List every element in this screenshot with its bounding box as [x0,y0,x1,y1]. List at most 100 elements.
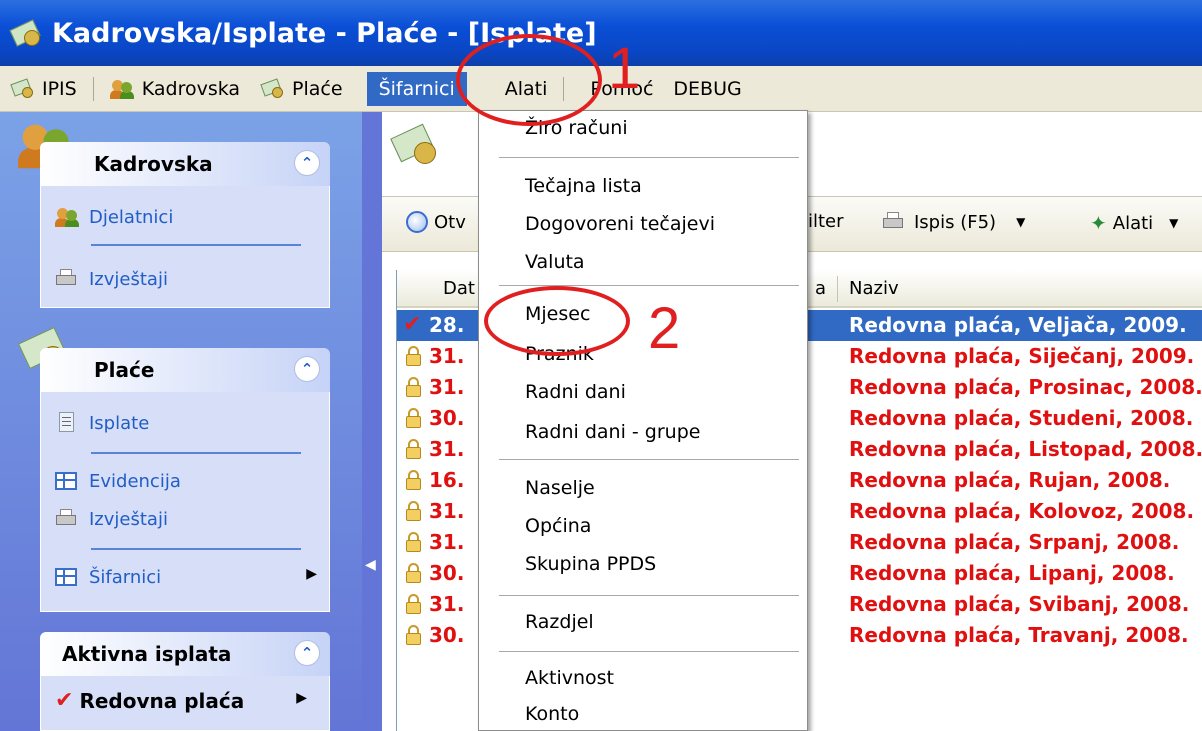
panel-header-kadrovska[interactable]: Kadrovska ⌃ [40,142,330,186]
menu-item-valuta[interactable]: Valuta [525,251,585,273]
menu-separator [499,459,799,460]
sidebar-item-izvjestaji[interactable]: Izvještaji [55,264,168,294]
collapse-chevron-icon[interactable]: ⌃ [294,150,320,176]
sidebar: Kadrovska ⌃ Djelatnici Izvještaji Plaće … [0,112,362,731]
lock-icon [403,562,425,584]
lock-icon [403,500,425,522]
menu-separator [499,595,799,596]
panel-header-aktivna[interactable]: Aktivna isplata ⌃ [40,632,330,676]
grid-icon [55,470,79,492]
open-button[interactable]: Otv [406,211,466,233]
filter-button[interactable]: ilter [808,211,844,232]
menu-item-opcina[interactable]: Općina [525,515,591,537]
sidebar-item-active-payout[interactable]: ✔ Redovna plaća ▶ [55,686,317,716]
lock-icon [403,376,425,398]
open-icon [406,211,428,233]
panel-header-place[interactable]: Plaće ⌃ [40,348,330,392]
divider [91,548,301,550]
sidebar-item-sifarnici[interactable]: Šifarnici ▶ [55,562,317,592]
check-icon: ✔ [55,688,74,713]
sidebar-item-label: Djelatnici [89,206,174,228]
menu-item-aktivnost[interactable]: Aktivnost [525,667,614,689]
cell-name: Redovna plaća, Studeni, 2008. [849,406,1194,430]
money-icon [260,77,286,100]
menu-item-radni-dani[interactable]: Radni dani [525,381,626,403]
menu-ipis[interactable]: IPIS [0,72,87,106]
tools-icon: ✦ [1090,211,1107,235]
cell-date: 31. [429,530,465,554]
collapse-chevron-icon[interactable]: ⌃ [294,640,320,666]
annotation-ring-mjesec [484,286,630,356]
money-icon [10,77,36,100]
tools-label: Alati [1112,212,1154,234]
cell-name: Redovna plaća, Veljača, 2009. [849,313,1187,337]
collapse-chevron-icon[interactable]: ⌃ [294,356,320,382]
menu-kadrovska-label: Kadrovska [141,77,241,100]
printer-icon [55,268,79,290]
title-bar: Kadrovska/Isplate - Plaće - [Isplate] [0,0,1202,66]
lock-icon [403,345,425,367]
panel-body-aktivna: ✔ Redovna plaća ▶ [40,676,330,731]
menu-item-naselje[interactable]: Naselje [525,477,595,499]
cell-date: 31. [429,344,465,368]
lock-icon [403,469,425,491]
annotation-ring-sifarnici [456,34,602,126]
printer-icon [882,211,908,233]
sidebar-item-label: Evidencija [89,470,181,492]
menu-item-dogovoreni-tecajevi[interactable]: Dogovoreni tečajevi [525,213,715,235]
dropdown-arrow-icon[interactable]: ▼ [1016,215,1025,229]
column-header-name[interactable]: Naziv [849,278,899,299]
grid-icon [55,566,79,588]
dropdown-arrow-icon[interactable]: ▼ [1169,216,1178,230]
cell-date: 31. [429,437,465,461]
divider [91,244,301,246]
sidebar-item-izvjestaji-place[interactable]: Izvještaji [55,504,168,534]
sidebar-item-label: Redovna plaća [79,689,245,713]
panel-body-kadrovska: Djelatnici Izvještaji [40,186,330,308]
cell-name: Redovna plaća, Lipanj, 2008. [849,561,1175,585]
menu-item-razdjel[interactable]: Razdjel [525,611,594,633]
menu-sifarnici-label: Šifarnici [378,77,455,100]
print-button[interactable]: Ispis (F5) ▼ [882,211,1025,233]
menu-item-radni-dani-grupe[interactable]: Radni dani - grupe [525,421,700,443]
lock-icon [403,593,425,615]
cell-date: 31. [429,375,465,399]
panel-title-aktivna: Aktivna isplata [62,642,232,666]
cell-date: 28. [429,313,465,337]
lock-icon [403,531,425,553]
sidebar-item-isplate[interactable]: Isplate [55,408,149,438]
cell-name: Redovna plaća, Srpanj, 2008. [849,530,1180,554]
column-header-date[interactable]: Dat [443,278,475,299]
cell-date: 30. [429,561,465,585]
panel-body-place: Isplate Evidencija Izvještaji Šifarnici … [40,392,330,612]
menu-debug-label: DEBUG [673,77,742,100]
sidebar-item-djelatnici[interactable]: Djelatnici [55,202,173,232]
menu-sifarnici[interactable]: Šifarnici [366,71,467,106]
column-separator[interactable] [837,276,838,302]
menu-place[interactable]: Plaće [250,72,353,106]
sidebar-item-evidencija[interactable]: Evidencija [55,466,181,496]
check-icon: ✔ [403,312,422,337]
sidebar-splitter[interactable]: ◀ [362,112,382,731]
cell-name: Redovna plaća, Prosinac, 2008. [849,375,1202,399]
sidebar-item-label: Šifarnici [89,566,162,588]
collapse-left-icon[interactable]: ◀ [365,557,376,573]
document-icon [55,412,79,434]
menu-debug[interactable]: DEBUG [663,72,751,106]
cell-date: 31. [429,499,465,523]
divider [91,452,301,454]
menu-separator [499,651,799,652]
cell-name: Redovna plaća, Svibanj, 2008. [849,592,1190,616]
menu-item-skupina-ppds[interactable]: Skupina PPDS [525,553,656,575]
menu-separator [92,76,94,101]
tools-button[interactable]: ✦ Alati ▼ [1090,211,1178,235]
filter-label: ilter [808,211,844,232]
sidebar-item-label: Isplate [89,412,150,434]
cell-name: Redovna plaća, Listopad, 2008. [849,437,1202,461]
menu-item-konto[interactable]: Konto [525,703,579,725]
menu-kadrovska[interactable]: Kadrovska [100,72,250,106]
menu-item-tecajna-lista[interactable]: Tečajna lista [525,175,642,197]
people-icon [55,206,79,228]
annotation-number-2: 2 [648,296,681,361]
column-header-a[interactable]: a [815,278,826,299]
